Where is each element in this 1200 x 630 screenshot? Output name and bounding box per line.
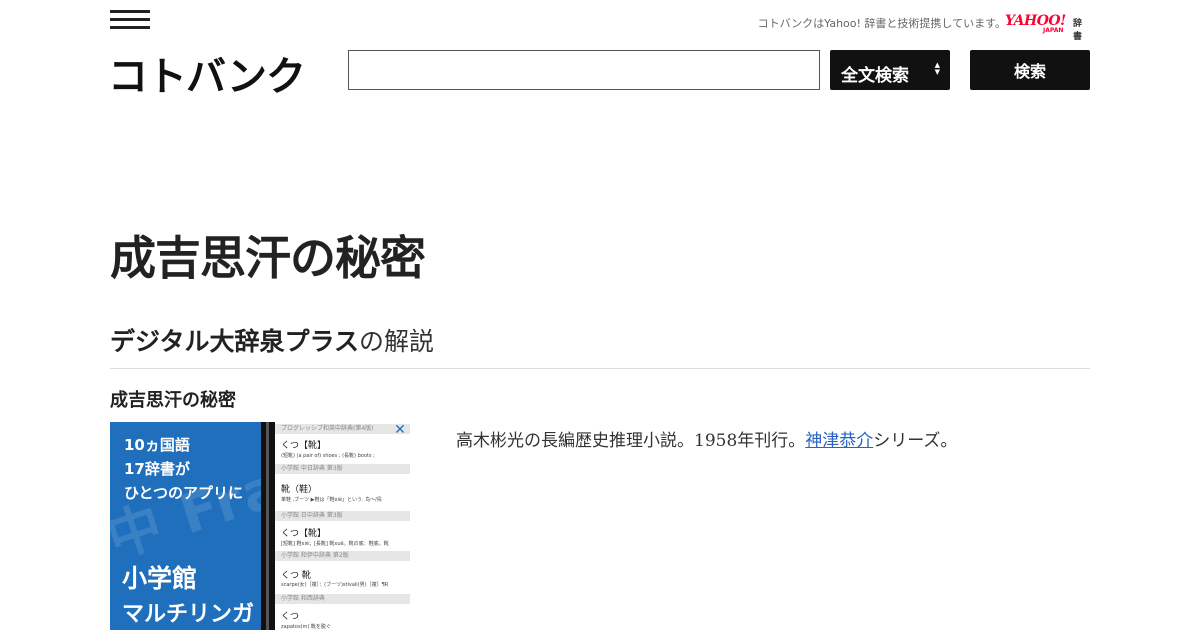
ad-dictionary-head: プログレッシブ和英中辞典(第4版) (275, 424, 410, 434)
ad-left-panel: 中 Fran 10ヵ国語 17辞書が ひとつのアプリに 小学館 マルチリンガル (110, 422, 328, 630)
advertisement-banner[interactable]: 中 Fran 10ヵ国語 17辞書が ひとつのアプリに 小学館 マルチリンガル … (110, 422, 410, 630)
related-entry-link[interactable]: 神津恭介 (805, 431, 873, 451)
ad-tagline-1: 10ヵ国語 (124, 436, 190, 454)
section-heading: デジタル大辞泉プラスの解説 (110, 322, 434, 358)
ad-word: くつ 靴 (281, 571, 311, 581)
search-button[interactable]: 検索 (970, 50, 1090, 90)
search-input[interactable] (348, 50, 820, 90)
search-mode-selected: 全文検索 (841, 66, 909, 86)
ad-word: くつ【靴】 (281, 441, 327, 451)
ad-brand-name: 小学館 (122, 564, 198, 593)
ad-definition: zapatos(m) 靴を脱ぐ (281, 624, 331, 630)
ad-word: くつ (281, 612, 300, 622)
page-title: 成吉思汗の秘密 (110, 231, 426, 285)
ad-dictionary-head: 小学館 中日辞典 第3版 (275, 464, 410, 474)
ad-definition: (短靴) (a pair of) shoes ; (長靴) boots ; (281, 453, 375, 459)
definition-text: 高木彬光の長編歴史推理小説。1958年刊行。 (456, 431, 806, 451)
ad-definition: [短靴] 鞋xié；[長靴] 靴xuē。靴の底：鞋底。靴 (281, 541, 389, 547)
yahoo-logo-sub: JAPAN (1043, 27, 1064, 34)
ad-tagline-3: ひとつのアプリに (124, 484, 243, 502)
search-mode-select[interactable]: 全文検索 ▲ ▼ (830, 50, 950, 90)
ad-word: 靴（鞋） (281, 485, 318, 495)
entry-definition: 高木彬光の長編歴史推理小説。1958年刊行。神津恭介シリーズ。 (456, 426, 957, 451)
yahoo-logo-suffix: 辞書 (1073, 19, 1083, 42)
hamburger-menu-icon[interactable] (110, 10, 150, 30)
section-divider (110, 368, 1090, 369)
yahoo-dictionary-logo[interactable]: YAHOO! JAPAN 辞書 (1005, 13, 1090, 42)
ad-brand-product: マルチリンガル (122, 602, 255, 627)
site-logo[interactable]: コトバンク (108, 44, 306, 102)
close-icon[interactable]: ✕ (393, 423, 407, 437)
ad-dictionary-head: 小学館 日中辞典 第3版 (275, 511, 410, 521)
ad-definition: 革鞋 ,ブーツ ▶鞋は「鞋xié」という. 鸟〜/鳥 (281, 497, 382, 503)
ad-tagline-2: 17辞書が (124, 460, 190, 478)
partner-note: コトバンクはYahoo! 辞書と技術提携しています。 (757, 17, 1006, 30)
ad-app-preview: プログレッシブ和英中辞典(第4版) くつ【靴】 (短靴) (a pair of)… (275, 422, 410, 630)
entry-heading: 成吉思汗の秘密 (110, 390, 236, 411)
select-arrows-icon: ▲ ▼ (934, 61, 940, 76)
ad-phone-edge (261, 422, 275, 630)
ad-dictionary-head: 小学館 和西辞典 (275, 594, 410, 604)
ad-definition: scarpe(女)［複］：(ブーツ)stivali(男)［複］¶R (281, 582, 389, 588)
dictionary-source-name[interactable]: デジタル大辞泉プラス (110, 327, 359, 356)
ad-word: くつ【靴】 (281, 529, 327, 539)
section-heading-suffix: の解説 (359, 327, 435, 356)
ad-dictionary-head: 小学館 和伊中辞典 第2版 (275, 551, 410, 561)
definition-text-end: シリーズ。 (873, 431, 958, 451)
